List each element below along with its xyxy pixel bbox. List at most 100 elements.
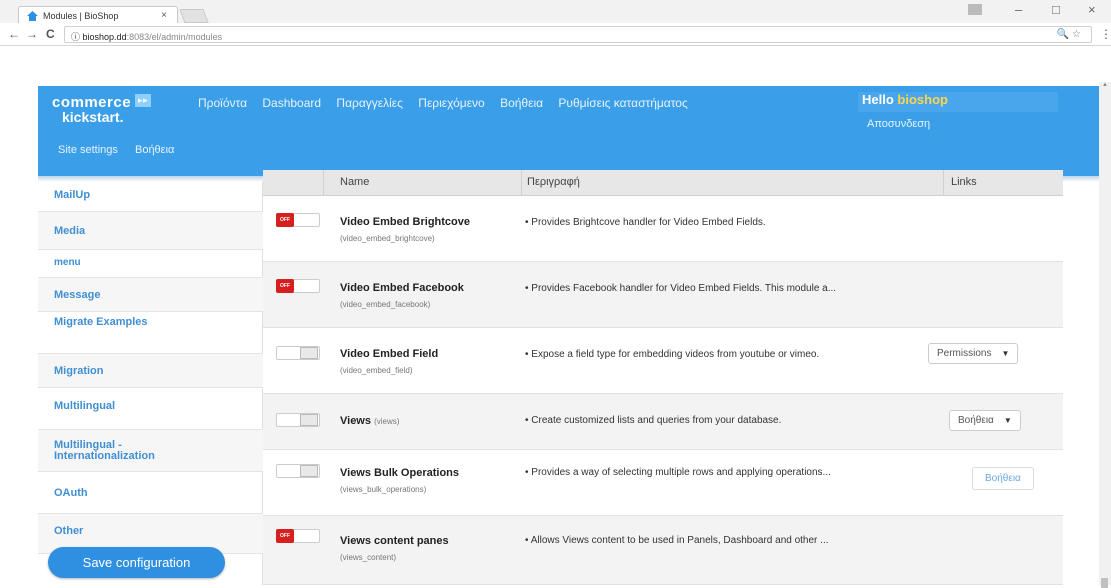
nav-item-dashboard[interactable]: Dashboard (262, 96, 321, 110)
module-toggle[interactable]: OFF (276, 213, 320, 227)
subnav-help[interactable]: Βοήθεια (135, 144, 174, 156)
table-header: Name Περιγραφή Links (263, 170, 1063, 196)
table-row: OFF Video Embed Facebook (video_embed_fa… (263, 262, 1063, 328)
module-description[interactable]: • Allows Views content to be used in Pan… (525, 535, 829, 546)
off-badge: OFF (276, 213, 294, 227)
site-header: commerce ▸▸ kickstart. Προϊόντα Dashboard… (38, 86, 1099, 176)
off-badge: OFF (276, 279, 294, 293)
module-machine-name: (views) (374, 417, 400, 426)
close-tab-icon[interactable]: × (161, 10, 167, 21)
module-description[interactable]: • Expose a field type for embedding vide… (525, 349, 819, 360)
profile-icon[interactable] (968, 4, 982, 15)
off-badge: OFF (276, 529, 294, 543)
module-machine-name: (video_embed_facebook) (340, 300, 431, 309)
module-name: Video Embed Brightcove (340, 216, 470, 228)
module-category-sidebar: MailUp Media menu Message Migrate Exampl… (38, 182, 263, 585)
main-nav: Προϊόντα Dashboard Παραγγελίες Περιεχόμε… (198, 96, 700, 110)
nav-item-help[interactable]: Βοήθεια (500, 96, 543, 110)
module-machine-name: (views_content) (340, 553, 397, 562)
sidebar-item-menu[interactable]: menu (38, 250, 263, 278)
zoom-icon[interactable]: 🔍 (1057, 29, 1069, 40)
module-description[interactable]: • Create customized lists and queries fr… (525, 415, 781, 426)
module-machine-name: (video_embed_field) (340, 366, 413, 375)
browser-menu-icon[interactable]: ⋮ (1100, 27, 1111, 41)
help-dropdown-button[interactable]: Βοήθεια ▼ (949, 410, 1021, 431)
nav-item-store-settings[interactable]: Ρυθμίσεις καταστήματος (558, 96, 687, 110)
favicon-icon (27, 11, 38, 21)
module-description[interactable]: • Provides a way of selecting multiple r… (525, 467, 831, 478)
caret-down-icon: ▼ (1003, 416, 1012, 425)
tab-title: Modules | BioShop (43, 11, 119, 21)
help-link-button[interactable]: Βοήθεια (972, 467, 1034, 490)
page-scrollbar[interactable]: ▲ (1099, 82, 1111, 588)
caret-down-icon: ▼ (1001, 349, 1010, 358)
minimize-icon[interactable]: – (1015, 2, 1022, 17)
sidebar-item-migration[interactable]: Migration (38, 354, 263, 388)
module-toggle[interactable] (276, 346, 320, 360)
sidebar-item-oauth[interactable]: OAuth (38, 472, 263, 514)
table-row: Video Embed Field (video_embed_field) • … (263, 328, 1063, 394)
sidebar-item-message[interactable]: Message (38, 278, 263, 312)
logo[interactable]: commerce ▸▸ kickstart. (52, 94, 152, 125)
module-name: Video Embed Facebook (340, 282, 464, 294)
sidebar-item-migrate-examples[interactable]: Migrate Examples (38, 312, 263, 354)
module-machine-name: (views_bulk_operations) (340, 485, 427, 494)
permissions-label: Permissions (937, 348, 992, 359)
browser-chrome: Modules | BioShop × – □ × ← → C ⓘ biosho… (0, 0, 1111, 46)
module-toggle[interactable] (276, 413, 320, 427)
bookmark-star-icon[interactable]: ☆ (1072, 29, 1081, 40)
logo-badge-icon: ▸▸ (135, 94, 152, 107)
module-machine-name: (video_embed_brightcove) (340, 234, 435, 243)
module-toggle[interactable]: OFF (276, 279, 320, 293)
module-name-text: Views (340, 415, 371, 427)
back-icon[interactable]: ← (8, 27, 20, 41)
logout-link[interactable]: Αποσυνδεση (867, 118, 930, 130)
user-greeting: Hello bioshop (858, 92, 1058, 112)
save-configuration-button[interactable]: Save configuration (48, 547, 225, 578)
nav-item-products[interactable]: Προϊόντα (198, 96, 247, 110)
logo-text-2: kickstart. (62, 109, 124, 125)
column-header-links[interactable]: Links (951, 176, 977, 188)
subnav-site-settings[interactable]: Site settings (58, 144, 118, 156)
url-host: bioshop.dd (82, 32, 127, 42)
modules-table: Name Περιγραφή Links OFF Video Embed Bri… (263, 170, 1063, 585)
module-name: Views Bulk Operations (340, 467, 460, 479)
module-toggle[interactable] (276, 464, 320, 478)
column-header-description[interactable]: Περιγραφή (527, 176, 580, 188)
module-name: Views content panes (340, 535, 449, 547)
greeting-username[interactable]: bioshop (897, 92, 948, 107)
column-header-name[interactable]: Name (340, 176, 369, 188)
module-description[interactable]: • Provides Brightcove handler for Video … (525, 217, 766, 228)
nav-item-orders[interactable]: Παραγγελίες (336, 96, 403, 110)
close-window-icon[interactable]: × (1088, 2, 1096, 17)
table-row: OFF Views content panes (views_content) … (263, 516, 1063, 585)
forward-icon[interactable]: → (26, 27, 38, 41)
info-icon[interactable]: ⓘ (71, 32, 80, 42)
scrollbar-thumb[interactable] (1101, 578, 1108, 588)
new-tab-button[interactable] (179, 9, 209, 23)
sidebar-item-multilingual-i18n[interactable]: Multilingual - Internationalization (38, 430, 263, 472)
maximize-icon[interactable]: □ (1052, 2, 1060, 17)
nav-item-content[interactable]: Περιεχόμενο (418, 96, 484, 110)
reload-icon[interactable]: C (46, 27, 55, 41)
sidebar-item-media[interactable]: Media (38, 212, 263, 250)
sidebar-item-multilingual[interactable]: Multilingual (38, 388, 263, 430)
module-name: Video Embed Field (340, 348, 439, 360)
module-toggle[interactable]: OFF (276, 529, 320, 543)
url-path: :8083/el/admin/modules (126, 32, 223, 42)
sidebar-item-mailup[interactable]: MailUp (38, 182, 263, 212)
help-label: Βοήθεια (958, 415, 994, 426)
tab-strip: Modules | BioShop × – □ × (0, 0, 1111, 24)
table-row: Views Bulk Operations (views_bulk_operat… (263, 450, 1063, 516)
scroll-up-icon[interactable]: ▲ (1102, 82, 1108, 88)
browser-tab[interactable]: Modules | BioShop × (18, 6, 178, 24)
url-input[interactable]: ⓘ bioshop.dd:8083/el/admin/modules 🔍 ☆ (64, 26, 1092, 43)
module-description[interactable]: • Provides Facebook handler for Video Em… (525, 283, 836, 294)
greeting-prefix: Hello (862, 92, 898, 107)
module-name: Views (views) (340, 415, 399, 427)
table-row: Views (views) • Create customized lists … (263, 394, 1063, 450)
address-bar-row: ← → C ⓘ bioshop.dd:8083/el/admin/modules… (0, 23, 1111, 46)
permissions-dropdown-button[interactable]: Permissions ▼ (928, 343, 1019, 364)
table-row: OFF Video Embed Brightcove (video_embed_… (263, 196, 1063, 262)
sub-nav: Site settings Βοήθεια (58, 144, 188, 156)
